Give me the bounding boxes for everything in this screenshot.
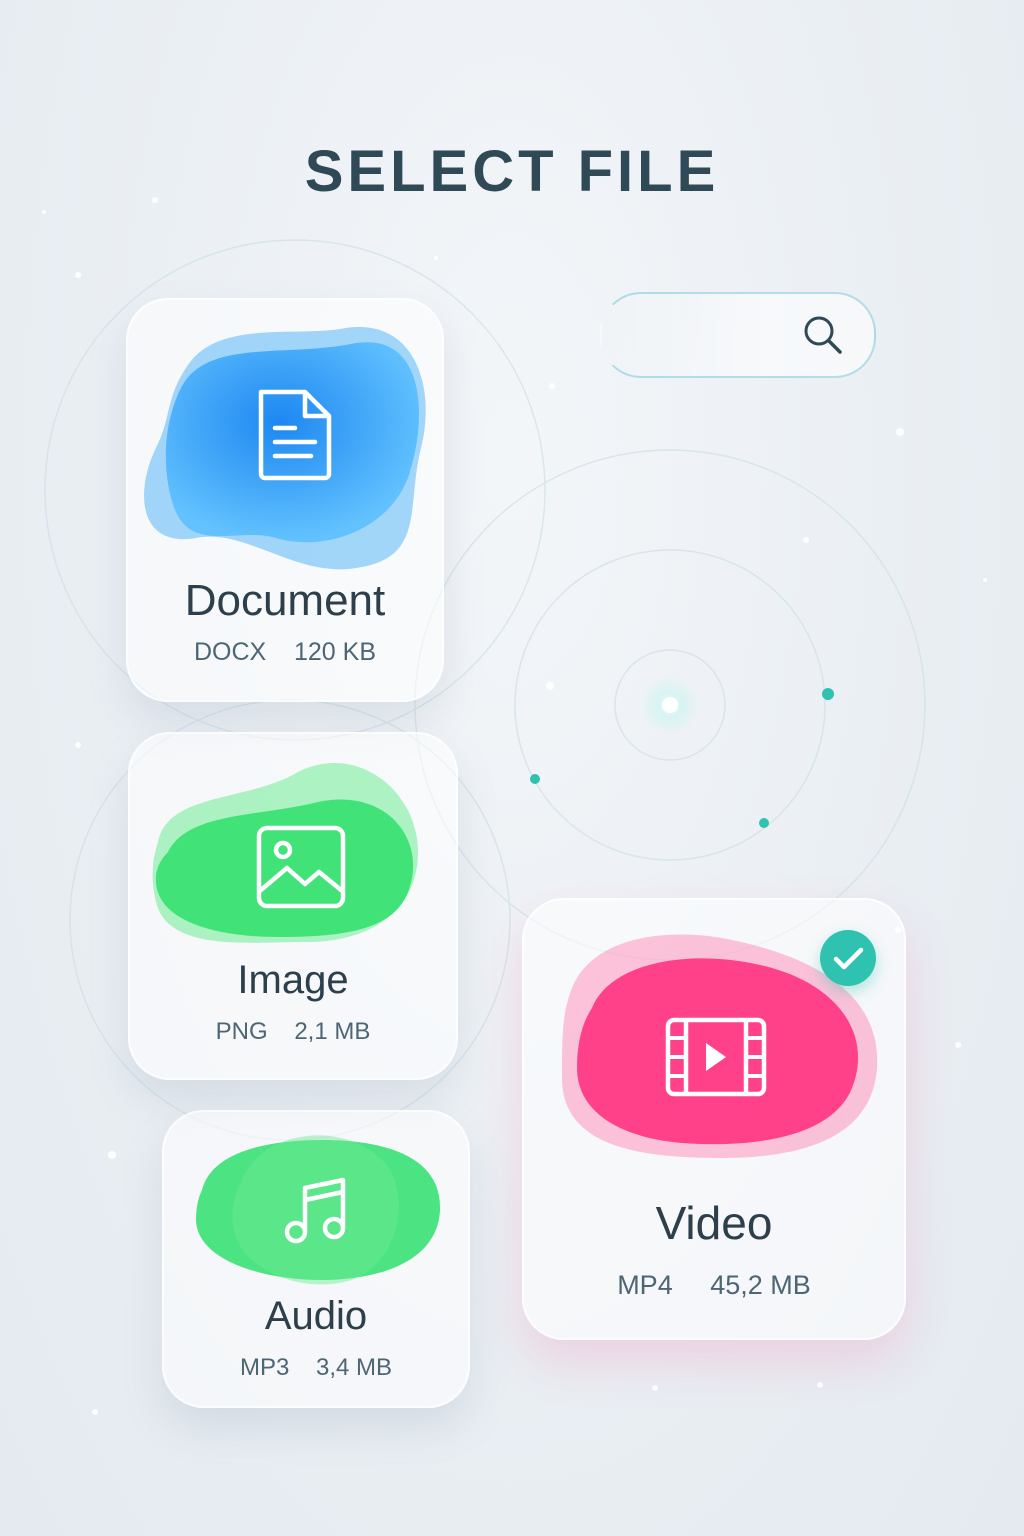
selected-check-badge[interactable] — [820, 930, 876, 986]
file-meta: MP3 3,4 MB — [162, 1354, 470, 1382]
file-card-image[interactable]: Image PNG 2,1 MB — [128, 732, 458, 1080]
file-size: 45,2 MB — [710, 1270, 811, 1300]
file-meta: DOCX 120 KB — [126, 638, 444, 667]
file-name: Audio — [264, 1294, 368, 1338]
file-type: DOCX — [193, 638, 267, 666]
file-card-audio[interactable]: Audio MP3 3,4 MB — [162, 1110, 470, 1408]
page-title: SELECT FILE — [304, 139, 720, 204]
file-type: MP4 — [617, 1270, 673, 1300]
file-card-document[interactable]: Document DOCX 120 KB — [126, 298, 444, 702]
file-meta: MP4 45,2 MB — [522, 1270, 906, 1301]
music-note-icon — [284, 1177, 346, 1244]
file-meta: PNG 2,1 MB — [128, 1018, 458, 1046]
file-size: 3,4 MB — [316, 1354, 393, 1381]
file-card-video[interactable]: Video MP4 45,2 MB — [522, 898, 906, 1340]
search-icon[interactable] — [800, 312, 846, 358]
file-size: 2,1 MB — [294, 1018, 371, 1045]
file-type: MP3 — [239, 1354, 290, 1381]
file-name: Image — [237, 958, 349, 1002]
file-name: Video — [655, 1197, 773, 1249]
film-play-icon — [665, 1017, 767, 1097]
checkmark-icon — [833, 947, 864, 970]
search-bar[interactable] — [600, 292, 876, 378]
file-type: PNG — [215, 1018, 268, 1045]
file-name: Document — [184, 576, 386, 625]
image-icon — [256, 825, 346, 909]
document-icon — [258, 389, 332, 481]
file-size: 120 KB — [294, 638, 377, 666]
